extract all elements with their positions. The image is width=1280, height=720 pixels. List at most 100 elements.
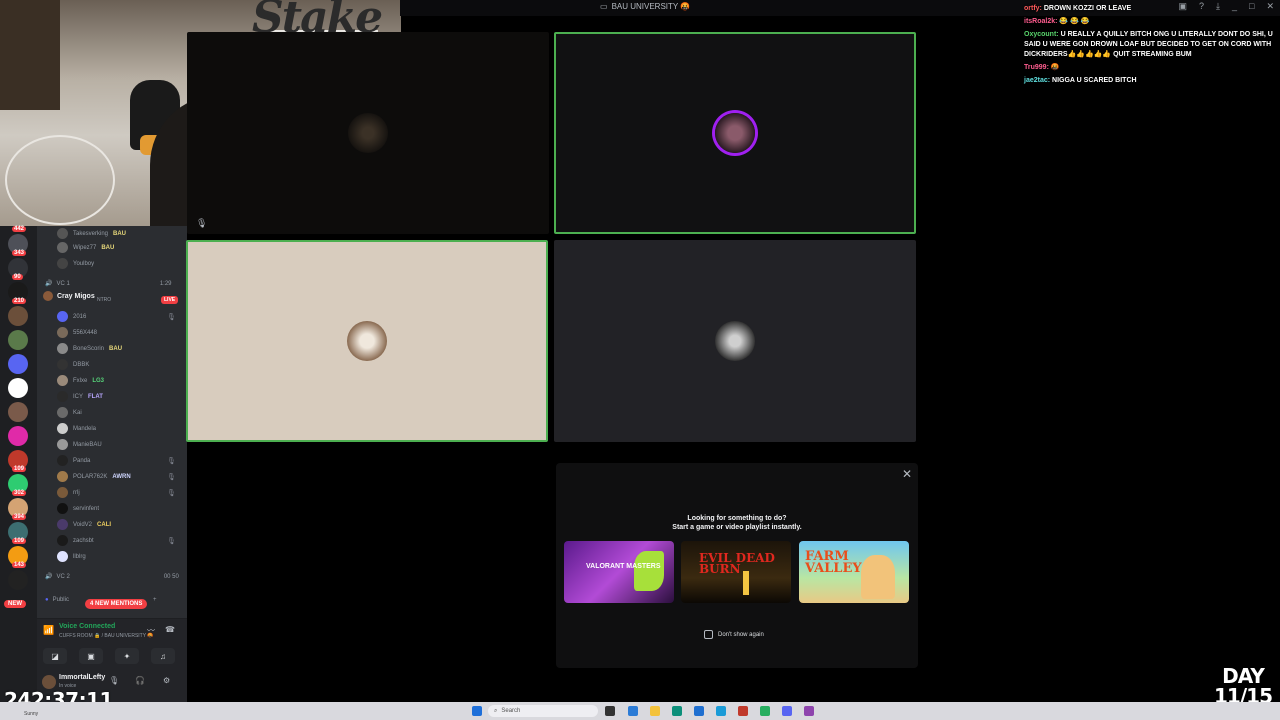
avatar: [57, 228, 68, 239]
headphones-icon[interactable]: 🎧: [135, 676, 145, 685]
member-item[interactable]: ICY FLAT: [57, 391, 103, 402]
video-tile-speaking[interactable]: [554, 32, 916, 234]
member-name: servinfent: [73, 505, 100, 512]
twitch-icon[interactable]: [804, 706, 814, 716]
dont-show-again-checkbox[interactable]: Don't show again: [704, 630, 764, 639]
member-item[interactable]: rrlj 🎙: [57, 487, 176, 498]
speaker-icon: 🔊: [45, 574, 53, 580]
member-item[interactable]: servinfent: [57, 503, 99, 514]
server-icon[interactable]: [8, 306, 28, 326]
video-tile-speaking[interactable]: [186, 240, 548, 442]
noise-suppression-icon[interactable]: 〰: [147, 625, 155, 636]
task-view-icon[interactable]: [605, 706, 615, 716]
avatar: [57, 519, 68, 530]
voice-channel-vc2[interactable]: 🔊 VC 2 00 50: [45, 573, 179, 581]
member-item[interactable]: ManieBAU: [57, 439, 102, 450]
member-name: ICY: [73, 393, 84, 400]
activity-card-farm-valley[interactable]: FARM VALLEY: [799, 541, 909, 603]
member-item[interactable]: DBBK: [57, 359, 89, 370]
member-item[interactable]: Fxlxe LG3: [57, 375, 104, 386]
member-name: 2016: [73, 313, 87, 320]
streamer-row[interactable]: Cray Migos: [43, 291, 95, 301]
search-placeholder: Search: [501, 708, 521, 714]
member-item[interactable]: Youlboy: [57, 258, 94, 269]
member-name: Takesverking: [73, 230, 109, 237]
server-icon[interactable]: [8, 330, 28, 350]
avatar: [57, 535, 68, 546]
activity-card-evil-dead[interactable]: EVIL DEAD BURN: [681, 541, 791, 603]
chrome-icon[interactable]: [760, 706, 770, 716]
member-item[interactable]: POLAR762K AWRN 🎙: [57, 471, 176, 482]
member-item[interactable]: 2016 🎙: [57, 311, 176, 322]
server-icon[interactable]: [8, 354, 28, 374]
new-unreads-pill[interactable]: NEW: [4, 600, 26, 608]
store-icon[interactable]: [694, 706, 704, 716]
soundboard-button[interactable]: ♫: [151, 648, 175, 664]
avatar: [57, 407, 68, 418]
mute-icon: 🎙: [167, 313, 176, 321]
avatar: [57, 343, 68, 354]
member-item[interactable]: VoidV2 CALI: [57, 519, 111, 530]
file-explorer-icon[interactable]: [650, 706, 660, 716]
member-item[interactable]: 556X448: [57, 327, 97, 338]
taskbar-search[interactable]: ⌕ Search: [488, 705, 598, 717]
member-item[interactable]: Wipez77 BAU: [57, 242, 114, 253]
soundboard-icon: ♫: [160, 651, 166, 661]
gear-icon[interactable]: ⚙: [163, 676, 170, 685]
chat-message: itsRoal2k: 😂 😂 😂: [1024, 17, 1280, 27]
member-item[interactable]: llblrg: [57, 551, 86, 562]
member-item[interactable]: Panda 🎙: [57, 455, 176, 466]
member-item[interactable]: Mandela: [57, 423, 96, 434]
member-item[interactable]: Takesverking BAU: [57, 228, 126, 239]
server-icon[interactable]: [8, 378, 28, 398]
server-icon[interactable]: [8, 570, 28, 590]
mute-icon: 🎙: [167, 473, 176, 481]
username[interactable]: ImmortalLefty: [59, 674, 105, 681]
voice-channel-path[interactable]: CUFFS ROOM 🔒 / BAU UNIVERSITY 🤬: [59, 633, 154, 639]
microphone-icon[interactable]: 🎙: [109, 676, 119, 685]
avatar: [57, 503, 68, 514]
video-tile[interactable]: [554, 240, 916, 442]
disconnect-icon[interactable]: ☎: [165, 625, 175, 634]
discord-icon[interactable]: [782, 706, 792, 716]
copilot-icon[interactable]: [628, 706, 638, 716]
avatar: [57, 551, 68, 562]
signal-icon: 📶: [43, 625, 55, 635]
voice-status[interactable]: Voice Connected: [59, 623, 115, 630]
activity-suggestion-popup: ✕ Looking for something to do? Start a g…: [556, 463, 918, 668]
server-icon[interactable]: [8, 402, 28, 422]
member-tag: BAU: [101, 244, 115, 251]
activity-card-valorant[interactable]: VALORANT MASTERS: [564, 541, 674, 603]
close-icon[interactable]: ✕: [902, 467, 912, 481]
member-name: Wipez77: [73, 244, 97, 251]
camera-button[interactable]: ◪: [43, 648, 67, 664]
new-mentions-pill[interactable]: 4 NEW MENTIONS: [85, 599, 148, 609]
app-icon[interactable]: [716, 706, 726, 716]
member-name: llblrg: [73, 553, 86, 560]
chat-username: Oxycount:: [1024, 31, 1059, 38]
member-item[interactable]: BoneScorin BAU: [57, 343, 122, 354]
member-tag: AWRN: [112, 473, 131, 480]
windows-start-icon[interactable]: [472, 706, 482, 716]
edge-icon[interactable]: [672, 706, 682, 716]
checkbox-box[interactable]: [704, 630, 713, 639]
member-name: POLAR762K: [73, 473, 108, 480]
member-item[interactable]: Kai: [57, 407, 82, 418]
weather-label[interactable]: Sunny: [24, 711, 38, 717]
app-icon[interactable]: [738, 706, 748, 716]
avatar: [57, 359, 68, 370]
member-name: DBBK: [73, 361, 90, 368]
avatar[interactable]: [42, 675, 56, 689]
server-badge: 442: [12, 226, 27, 232]
activities-button[interactable]: ✦: [115, 648, 139, 664]
member-tag: BAU: [113, 230, 127, 237]
video-tile[interactable]: [187, 32, 549, 234]
search-icon: ⌕: [494, 707, 498, 714]
voice-channel-vc1[interactable]: 🔊 VC 1 1:29: [45, 280, 172, 288]
add-icon[interactable]: +: [153, 597, 157, 603]
server-icon[interactable]: [8, 426, 28, 446]
muted-icon: 🎙: [196, 218, 208, 228]
member-item[interactable]: zachsbt 🎙: [57, 535, 176, 546]
activities-icon: ✦: [123, 651, 131, 661]
screen-share-button[interactable]: ▣: [79, 648, 103, 664]
